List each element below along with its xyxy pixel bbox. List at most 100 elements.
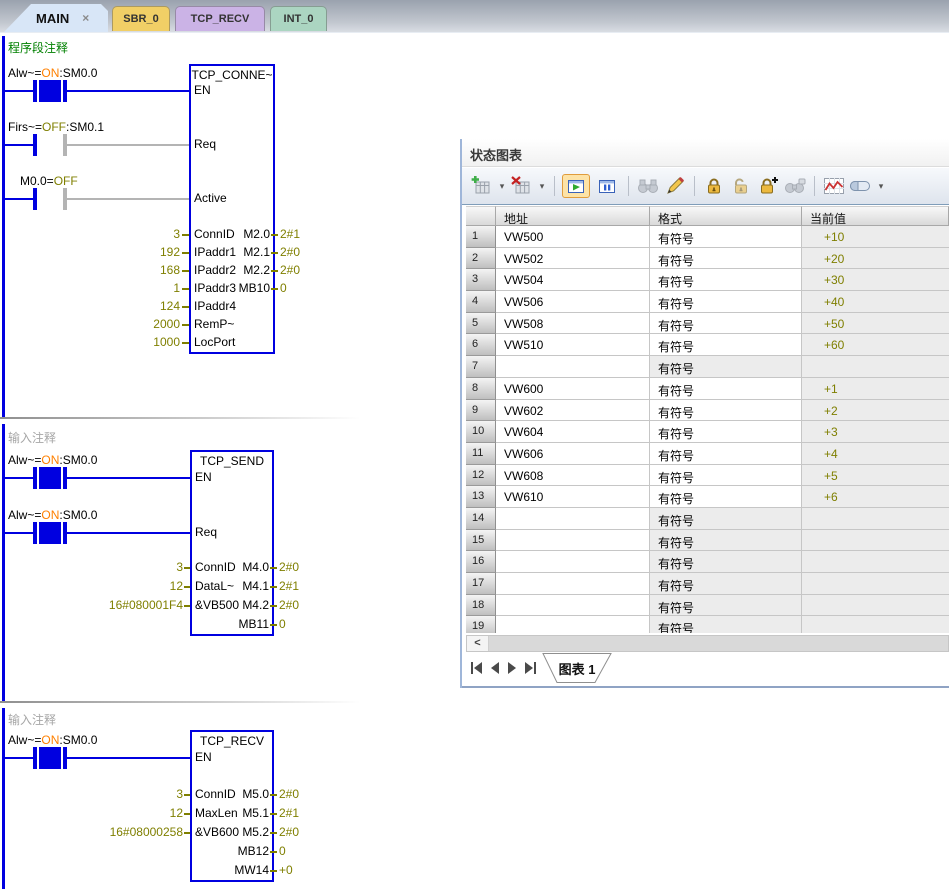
dropdown-arrow-icon[interactable]: ▾: [537, 181, 547, 192]
value-cell[interactable]: [802, 356, 949, 378]
next-chart-icon[interactable]: [507, 662, 517, 674]
column-header-address[interactable]: 地址: [496, 206, 650, 226]
network-comment[interactable]: 输入注释: [8, 711, 56, 728]
tab-int0[interactable]: INT_0: [270, 6, 327, 31]
row-number[interactable]: 15: [466, 530, 496, 552]
row-number[interactable]: 7: [466, 356, 496, 378]
tab-tcprecv[interactable]: TCP_RECV: [175, 6, 265, 31]
row-number[interactable]: 17: [466, 573, 496, 595]
unforce-button[interactable]: [729, 175, 753, 197]
corner-header-cell[interactable]: [466, 206, 496, 226]
force-button[interactable]: [702, 175, 726, 197]
format-cell[interactable]: 有符号: [650, 291, 802, 313]
value-cell[interactable]: [802, 595, 949, 617]
normally-open-contact[interactable]: [39, 522, 61, 544]
bookmark-button[interactable]: [849, 175, 873, 197]
row-number[interactable]: 8: [466, 378, 496, 400]
column-header-value[interactable]: 当前值: [802, 206, 949, 226]
read-all-button[interactable]: [636, 175, 660, 197]
address-cell[interactable]: VW508: [496, 313, 650, 335]
format-cell[interactable]: 有符号: [650, 226, 802, 248]
address-cell[interactable]: VW500: [496, 226, 650, 248]
address-cell[interactable]: VW608: [496, 465, 650, 487]
delete-row-button[interactable]: [510, 175, 534, 197]
row-number[interactable]: 10: [466, 421, 496, 443]
row-number[interactable]: 2: [466, 248, 496, 270]
address-cell[interactable]: VW504: [496, 269, 650, 291]
prev-chart-icon[interactable]: [490, 662, 500, 674]
format-cell[interactable]: 有符号: [650, 443, 802, 465]
row-number[interactable]: 6: [466, 334, 496, 356]
row-number[interactable]: 4: [466, 291, 496, 313]
address-cell[interactable]: VW604: [496, 421, 650, 443]
format-cell[interactable]: 有符号: [650, 465, 802, 487]
chart-status-pause-button[interactable]: [593, 174, 621, 198]
value-cell[interactable]: [802, 616, 949, 633]
last-chart-icon[interactable]: [524, 662, 537, 674]
value-cell[interactable]: +10: [802, 226, 949, 248]
row-number[interactable]: 19: [466, 616, 496, 633]
value-cell[interactable]: +30: [802, 269, 949, 291]
format-cell[interactable]: 有符号: [650, 573, 802, 595]
value-cell[interactable]: +4: [802, 443, 949, 465]
network-comment[interactable]: 输入注释: [8, 429, 56, 446]
address-cell[interactable]: VW606: [496, 443, 650, 465]
address-cell[interactable]: [496, 508, 650, 530]
value-cell[interactable]: [802, 530, 949, 552]
address-cell[interactable]: VW610: [496, 486, 650, 508]
network-comment[interactable]: 程序段注释: [8, 39, 68, 56]
format-cell[interactable]: 有符号: [650, 421, 802, 443]
value-cell[interactable]: +6: [802, 486, 949, 508]
format-cell[interactable]: 有符号: [650, 595, 802, 617]
sheet-tab-chart1[interactable]: 图表 1: [538, 653, 616, 684]
first-chart-icon[interactable]: [470, 662, 483, 674]
format-cell[interactable]: 有符号: [650, 248, 802, 270]
value-cell[interactable]: [802, 573, 949, 595]
format-cell[interactable]: 有符号: [650, 400, 802, 422]
dropdown-arrow-icon[interactable]: ▾: [497, 181, 507, 192]
tab-sbr0[interactable]: SBR_0: [112, 6, 170, 31]
address-cell[interactable]: [496, 573, 650, 595]
format-cell[interactable]: 有符号: [650, 508, 802, 530]
normally-open-contact[interactable]: [39, 467, 61, 489]
function-block-tcp-connect[interactable]: TCP_CONNE~ EN Req Active ConnID IPaddr1 …: [189, 64, 275, 354]
address-cell[interactable]: VW600: [496, 378, 650, 400]
value-cell[interactable]: [802, 508, 949, 530]
trend-view-button[interactable]: [822, 175, 846, 197]
format-cell[interactable]: 有符号: [650, 269, 802, 291]
force-add-button[interactable]: [756, 175, 780, 197]
address-cell[interactable]: [496, 616, 650, 633]
format-cell[interactable]: 有符号: [650, 313, 802, 335]
format-cell[interactable]: 有符号: [650, 530, 802, 552]
value-cell[interactable]: +60: [802, 334, 949, 356]
row-number[interactable]: 18: [466, 595, 496, 617]
format-cell[interactable]: 有符号: [650, 356, 802, 378]
address-cell[interactable]: VW510: [496, 334, 650, 356]
function-block-tcp-recv[interactable]: TCP_RECV EN ConnID MaxLen &VB600 M5.0 M5…: [190, 730, 274, 882]
value-cell[interactable]: +2: [802, 400, 949, 422]
read-force-button[interactable]: [783, 175, 807, 197]
address-cell[interactable]: [496, 530, 650, 552]
address-cell[interactable]: [496, 356, 650, 378]
column-header-format[interactable]: 格式: [650, 206, 802, 226]
horizontal-scrollbar[interactable]: <: [466, 635, 949, 652]
format-cell[interactable]: 有符号: [650, 551, 802, 573]
normally-open-contact[interactable]: [39, 747, 61, 769]
value-cell[interactable]: +50: [802, 313, 949, 335]
tab-main[interactable]: MAIN ×: [4, 4, 108, 32]
normally-open-contact[interactable]: [39, 80, 61, 102]
address-cell[interactable]: [496, 595, 650, 617]
close-icon[interactable]: ×: [82, 11, 89, 25]
value-cell[interactable]: [802, 551, 949, 573]
format-cell[interactable]: 有符号: [650, 378, 802, 400]
function-block-tcp-send[interactable]: TCP_SEND EN Req ConnID DataL~ &VB500 M4.…: [190, 450, 274, 636]
row-number[interactable]: 5: [466, 313, 496, 335]
address-cell[interactable]: VW602: [496, 400, 650, 422]
row-number[interactable]: 11: [466, 443, 496, 465]
format-cell[interactable]: 有符号: [650, 616, 802, 633]
value-cell[interactable]: +1: [802, 378, 949, 400]
row-number[interactable]: 14: [466, 508, 496, 530]
scroll-left-icon[interactable]: <: [467, 636, 489, 651]
row-number[interactable]: 12: [466, 465, 496, 487]
address-cell[interactable]: [496, 551, 650, 573]
